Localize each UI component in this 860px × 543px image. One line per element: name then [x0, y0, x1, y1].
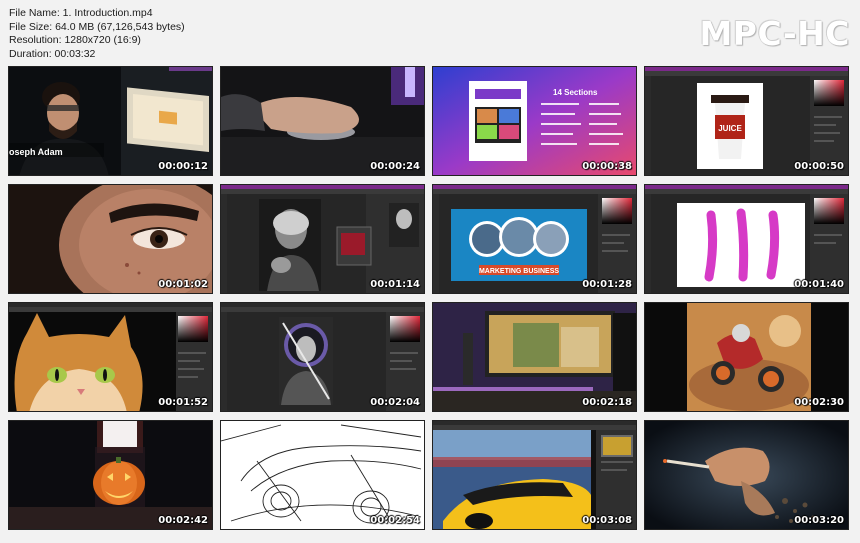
thumbnail-image: [9, 67, 212, 175]
thumbnail[interactable]: 00:03:20: [644, 420, 849, 530]
thumbnail[interactable]: 00:02:04: [220, 302, 425, 412]
file-size-text: File Size: 64.0 MB (67,126,543 bytes): [9, 20, 185, 33]
thumbnail[interactable]: MARKETING BUSINESS 00:01:28: [432, 184, 637, 294]
thumbnail-image: JUICE: [697, 83, 763, 169]
thumbnail-image: [645, 303, 848, 411]
timestamp: 00:01:52: [158, 397, 208, 408]
box-heading: 14 Sections: [553, 88, 598, 97]
timestamp: 00:00:50: [794, 161, 844, 172]
timestamp: 00:02:04: [370, 397, 420, 408]
thumbnail[interactable]: 00:02:18: [432, 302, 637, 412]
thumbnail-image: [221, 67, 424, 175]
file-name-text: File Name: 1. Introduction.mp4: [9, 7, 153, 19]
thumbnail-image: [433, 430, 633, 529]
banner-text: MARKETING BUSINESS: [479, 268, 559, 275]
thumbnail[interactable]: 00:02:54: [220, 420, 425, 530]
thumbnail-image: [433, 303, 636, 411]
timestamp: 00:03:08: [582, 515, 632, 526]
thumbnail-grid: oseph Adam 00:00:12 00:00:24 14 Sections…: [8, 66, 854, 536]
timestamp: 00:00:24: [370, 161, 420, 172]
timestamp: 00:02:42: [158, 515, 208, 526]
timestamp: 00:01:14: [370, 279, 420, 290]
timestamp: 00:03:20: [794, 515, 844, 526]
file-info: File Name: 1. Introduction.mp4 File Size…: [9, 7, 185, 61]
thumbnail[interactable]: 00:02:42: [8, 420, 213, 530]
thumbnail-image: [221, 421, 424, 529]
thumbnail-image: [259, 199, 419, 291]
thumbnail[interactable]: oseph Adam 00:00:12: [8, 66, 213, 176]
timestamp: 00:02:30: [794, 397, 844, 408]
thumbnail[interactable]: 00:01:52: [8, 302, 213, 412]
thumbnail-image: [677, 203, 805, 287]
timestamp: 00:01:28: [582, 279, 632, 290]
thumbnail-image: [645, 421, 848, 529]
resolution-text: Resolution: 1280x720 (16:9): [9, 34, 141, 47]
thumbnail-image: [9, 185, 212, 293]
thumbnail[interactable]: JUICE 00:00:50: [644, 66, 849, 176]
thumbnail[interactable]: 00:01:02: [8, 184, 213, 294]
thumbnail[interactable]: 00:03:08: [432, 420, 637, 530]
thumbnail-image: 14 Sections: [433, 67, 636, 175]
app-logo: MPC-HC: [699, 14, 850, 53]
thumbnail[interactable]: 00:01:40: [644, 184, 849, 294]
thumbnail[interactable]: 00:01:14: [220, 184, 425, 294]
thumbnail[interactable]: 00:02:30: [644, 302, 849, 412]
timestamp: 00:02:18: [582, 397, 632, 408]
thumbnail-image: [9, 421, 212, 529]
thumbnail-image: MARKETING BUSINESS: [451, 209, 587, 281]
thumbnail-image: [279, 317, 333, 405]
timestamp: 00:02:54: [370, 515, 420, 526]
timestamp: 00:00:12: [158, 161, 208, 172]
timestamp: 00:01:02: [158, 279, 208, 290]
timestamp: 00:00:38: [582, 161, 632, 172]
thumbnail[interactable]: 14 Sections 00:00:38: [432, 66, 637, 176]
name-caption: oseph Adam: [9, 147, 63, 157]
timestamp: 00:01:40: [794, 279, 844, 290]
cup-label: JUICE: [718, 124, 742, 133]
duration-text: Duration: 00:03:32: [9, 47, 96, 60]
thumbnail-image: [9, 312, 176, 411]
thumbnail[interactable]: 00:00:24: [220, 66, 425, 176]
